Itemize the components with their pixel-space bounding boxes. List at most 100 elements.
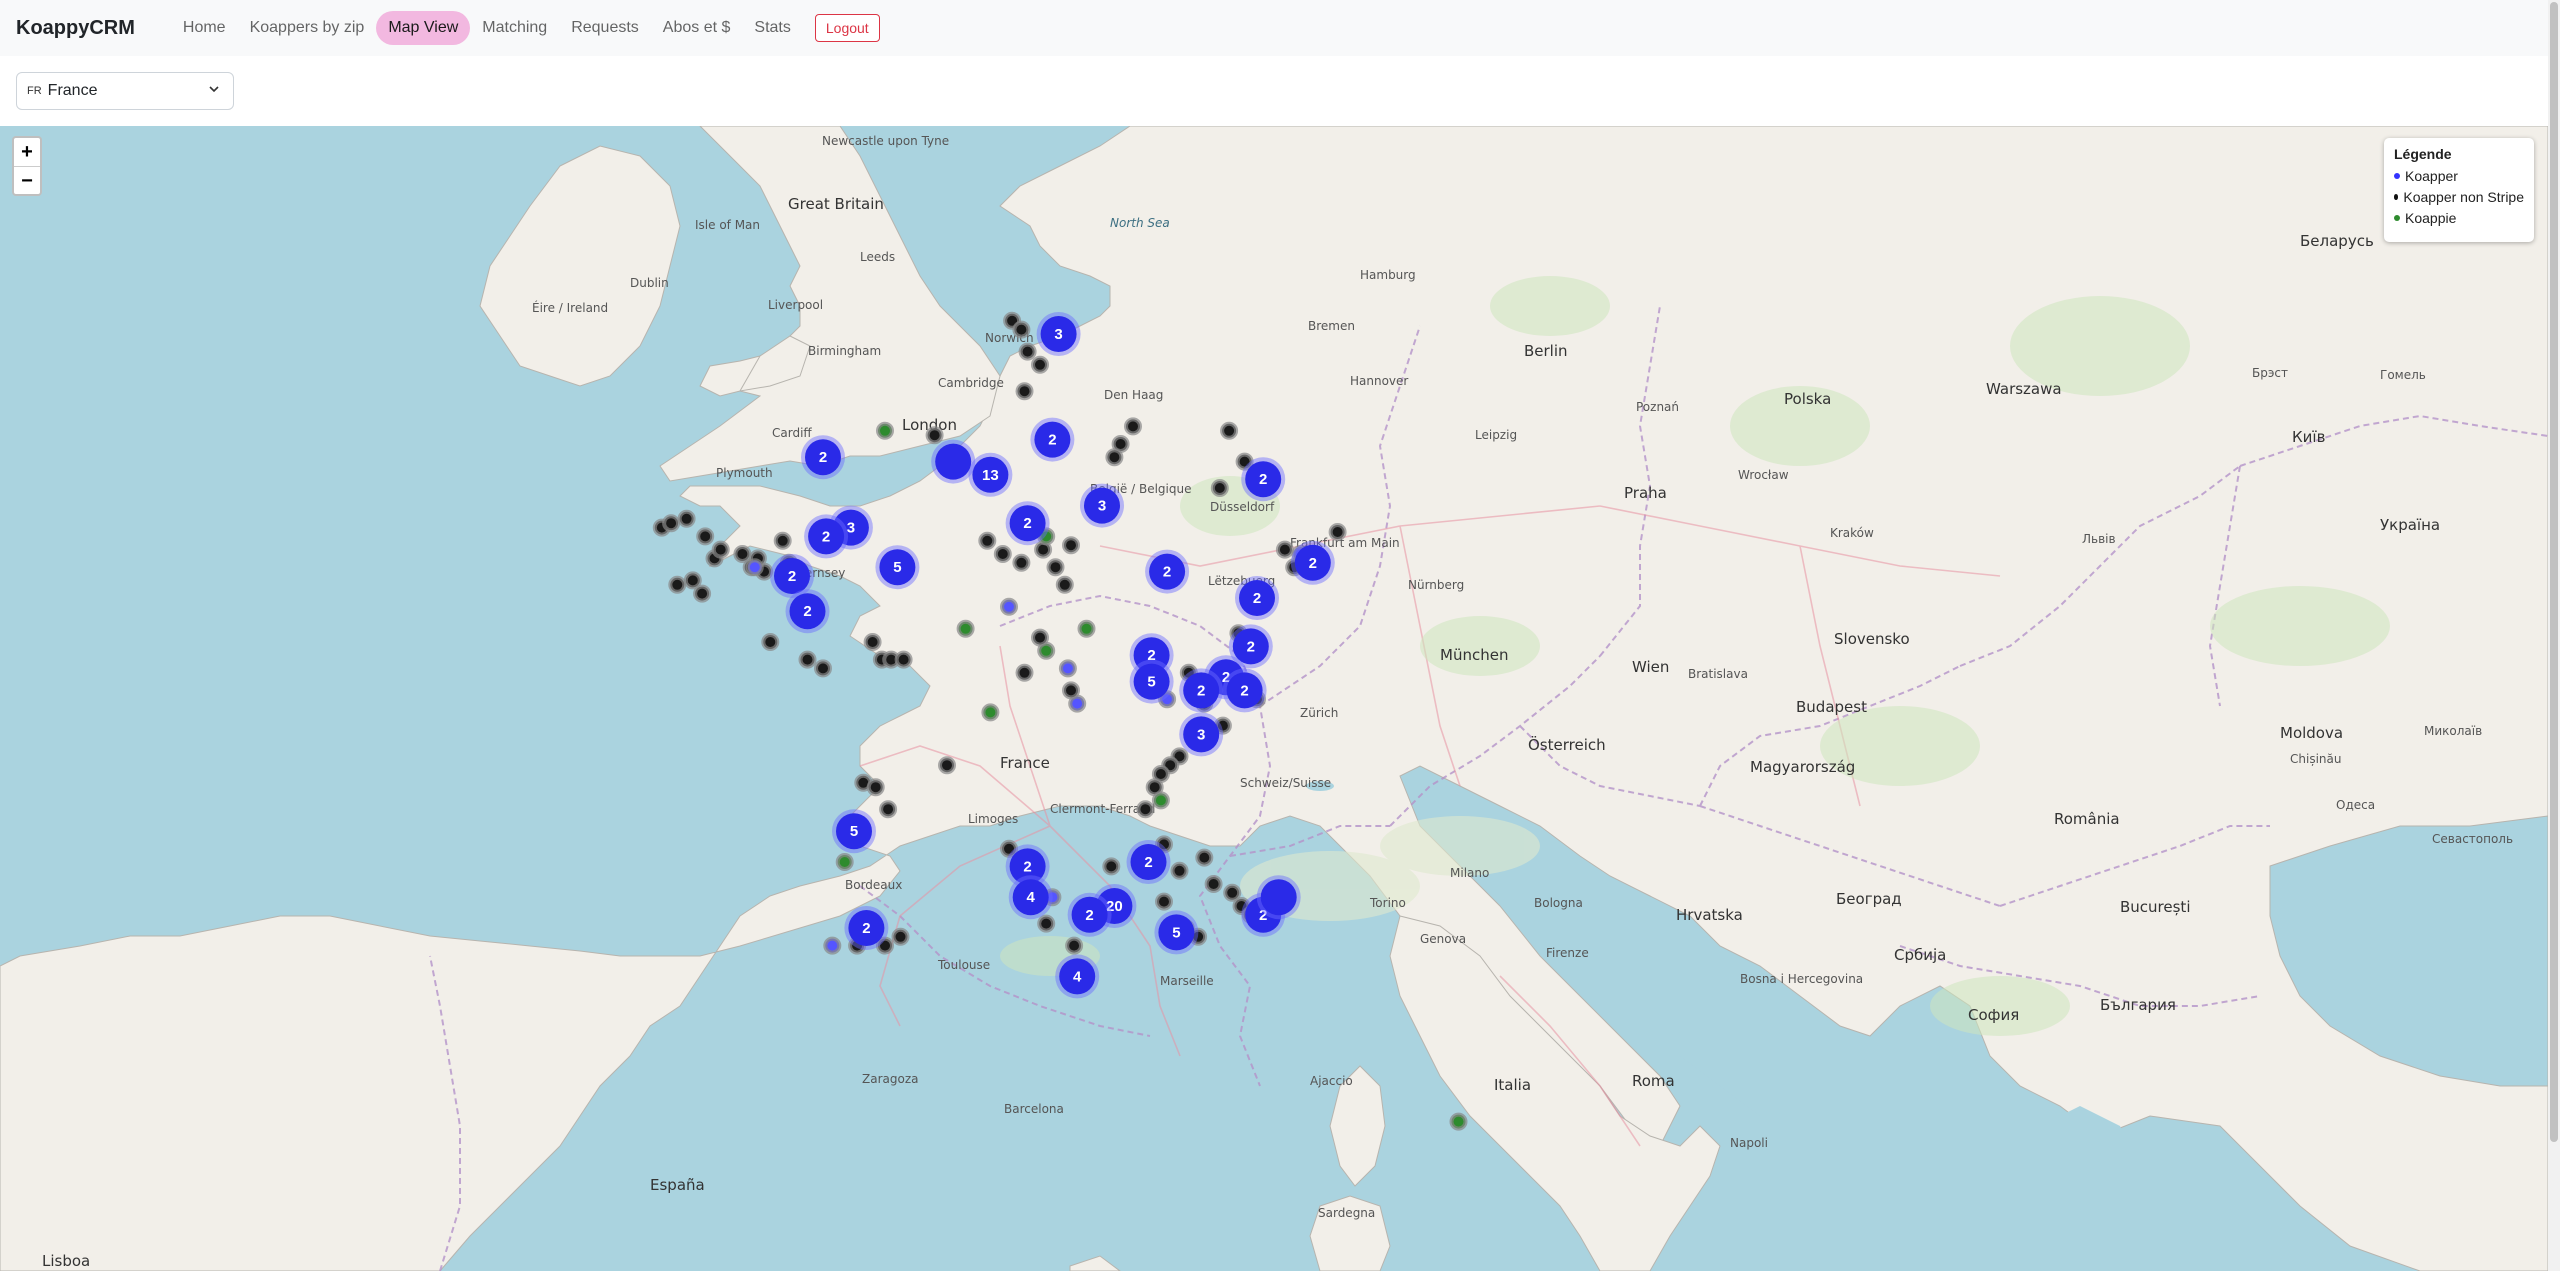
logout-button[interactable]: Logout <box>814 14 880 42</box>
nav-stats[interactable]: Stats <box>742 11 802 45</box>
map-view[interactable]: + − Great Britain Éire / Ireland Dublin … <box>0 126 2548 1271</box>
green-marker[interactable] <box>956 619 975 638</box>
black-marker[interactable] <box>1062 681 1080 700</box>
cluster-marker[interactable]: 3 <box>1179 712 1224 757</box>
black-marker[interactable] <box>1275 540 1294 559</box>
black-marker[interactable] <box>1170 861 1189 880</box>
black-marker[interactable] <box>1018 342 1037 361</box>
black-marker[interactable] <box>711 540 730 559</box>
cluster-marker[interactable]: 2 <box>1005 501 1050 546</box>
black-marker[interactable] <box>814 659 832 678</box>
black-marker[interactable] <box>891 927 910 946</box>
cluster-marker[interactable]: 2 <box>1126 840 1171 884</box>
black-marker[interactable] <box>1195 848 1214 867</box>
cluster-marker[interactable]: 2 <box>785 589 830 634</box>
cluster-marker[interactable]: 2 <box>1067 892 1112 937</box>
nav-koappers-by-zip[interactable]: Koappers by zip <box>238 11 377 45</box>
cluster-marker[interactable]: 5 <box>832 809 876 854</box>
nav-matching[interactable]: Matching <box>470 11 559 45</box>
black-marker[interactable] <box>1012 320 1031 339</box>
black-marker[interactable] <box>1015 382 1034 401</box>
cluster-marker[interactable]: 3 <box>1080 483 1124 528</box>
black-marker[interactable] <box>662 514 681 533</box>
cluster-marker[interactable]: 4 <box>1055 954 1100 999</box>
cluster-marker[interactable]: 3 <box>1036 312 1081 356</box>
brand-logo[interactable]: KoappyCRM <box>16 17 135 40</box>
black-marker[interactable] <box>1210 479 1229 497</box>
green-marker[interactable] <box>1449 1112 1468 1131</box>
black-marker[interactable] <box>993 545 1012 563</box>
cluster-marker[interactable]: 2 <box>1241 457 1286 502</box>
black-marker[interactable] <box>1204 875 1223 893</box>
black-marker[interactable] <box>978 531 997 550</box>
cluster-marker[interactable]: 2 <box>1145 549 1190 594</box>
black-marker[interactable] <box>879 800 898 819</box>
black-marker[interactable] <box>863 633 882 651</box>
black-marker[interactable] <box>1223 883 1242 902</box>
black-marker[interactable] <box>696 527 715 546</box>
green-marker[interactable] <box>835 853 854 871</box>
black-marker[interactable] <box>1328 523 1347 541</box>
black-marker[interactable] <box>1105 448 1124 467</box>
blue-marker[interactable] <box>1058 659 1077 678</box>
black-marker[interactable] <box>894 650 913 669</box>
nav-map-view[interactable]: Map View <box>376 11 471 45</box>
country-select[interactable]: FR France <box>16 72 234 110</box>
blue-marker[interactable] <box>745 558 764 577</box>
green-marker[interactable] <box>1077 619 1096 638</box>
scrollbar-thumb[interactable] <box>2550 2 2558 1142</box>
black-marker[interactable] <box>1136 800 1155 819</box>
black-marker[interactable] <box>773 531 792 550</box>
cluster-count: 2 <box>1259 471 1267 488</box>
black-marker[interactable] <box>1124 417 1142 436</box>
cluster-marker[interactable] <box>931 439 976 484</box>
black-marker[interactable] <box>1015 663 1034 682</box>
black-marker[interactable] <box>866 778 885 797</box>
cluster-marker[interactable]: 2 <box>1290 540 1335 585</box>
black-marker[interactable] <box>1065 936 1084 955</box>
green-marker[interactable] <box>981 703 1000 722</box>
cluster-marker[interactable]: 5 <box>1129 659 1174 704</box>
cluster-marker[interactable]: 2 <box>1235 576 1279 620</box>
black-marker[interactable] <box>1102 857 1121 876</box>
cluster-marker[interactable]: 4 <box>1008 875 1053 920</box>
black-marker[interactable] <box>1046 558 1065 577</box>
cluster-marker[interactable]: 2 <box>801 435 845 480</box>
black-marker[interactable] <box>668 575 687 594</box>
black-marker[interactable] <box>1220 421 1239 440</box>
black-marker[interactable] <box>1155 892 1173 911</box>
nav-abos[interactable]: Abos et $ <box>651 11 743 45</box>
cluster-count: 4 <box>1027 889 1036 906</box>
black-marker[interactable] <box>683 571 702 590</box>
black-marker[interactable] <box>798 650 817 669</box>
black-marker[interactable] <box>1062 536 1080 555</box>
cluster-marker[interactable]: 5 <box>875 545 920 590</box>
page-scrollbar[interactable] <box>2548 0 2560 1271</box>
black-marker[interactable] <box>733 545 752 563</box>
cluster-marker[interactable]: 2 <box>1179 668 1224 713</box>
cluster-marker[interactable]: 2 <box>1030 417 1075 462</box>
black-marker[interactable] <box>1055 575 1074 594</box>
nav-requests[interactable]: Requests <box>559 11 651 45</box>
black-marker[interactable] <box>1031 355 1049 374</box>
cluster-marker[interactable]: 2 <box>804 514 849 559</box>
blue-marker[interactable] <box>823 936 842 955</box>
cluster-marker[interactable]: 2 <box>844 906 889 950</box>
black-marker[interactable] <box>1037 914 1056 933</box>
blue-dot-icon <box>2394 172 2400 179</box>
black-marker[interactable] <box>938 756 956 775</box>
black-marker[interactable] <box>1012 553 1031 572</box>
black-marker[interactable] <box>677 509 696 528</box>
black-marker[interactable] <box>693 584 712 603</box>
black-marker[interactable] <box>761 633 780 651</box>
nav-home[interactable]: Home <box>171 11 238 45</box>
cluster-marker[interactable]: 2 <box>1222 668 1267 713</box>
blue-marker[interactable] <box>1000 597 1018 616</box>
cluster-marker[interactable] <box>1256 875 1301 920</box>
green-marker[interactable] <box>1151 791 1170 810</box>
cluster-count: 4 <box>1073 968 1082 985</box>
black-marker[interactable] <box>1031 628 1049 647</box>
black-marker[interactable] <box>925 426 944 445</box>
cluster-marker[interactable]: 5 <box>1154 910 1199 955</box>
green-marker[interactable] <box>876 421 894 440</box>
